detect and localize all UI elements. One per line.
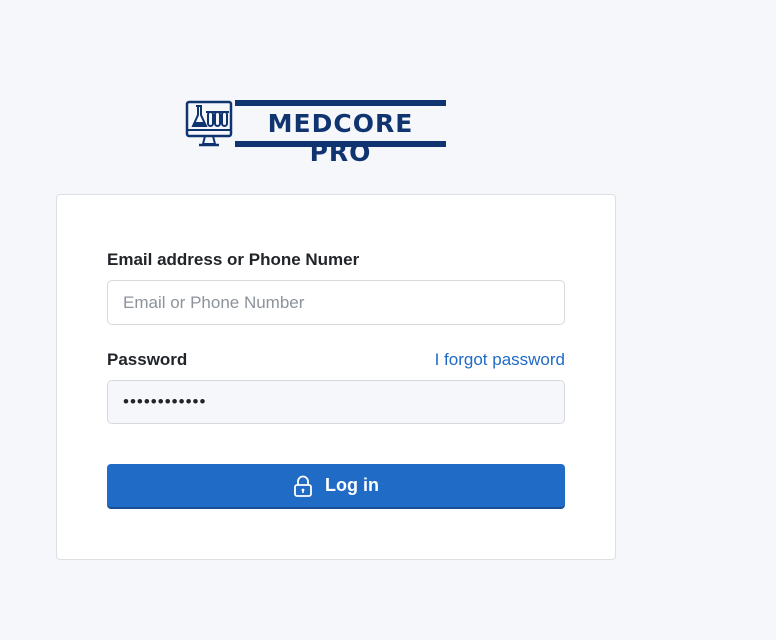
computer-lab-icon — [185, 100, 235, 148]
email-label: Email address or Phone Numer — [107, 250, 360, 269]
brand-logo: MEDCORE PRO — [185, 98, 447, 167]
login-button[interactable]: Log in — [107, 464, 565, 509]
logo-bar-top — [235, 100, 446, 106]
logo-bar-bottom — [235, 141, 446, 147]
email-input[interactable] — [107, 280, 565, 325]
password-input[interactable] — [107, 380, 565, 424]
login-page: MEDCORE PRO Email address or Phone Numer… — [0, 0, 776, 640]
password-label: Password — [107, 350, 188, 369]
brand-name: MEDCORE PRO — [267, 109, 414, 167]
login-button-label: Log in — [325, 475, 379, 495]
login-card: Email address or Phone Numer Password I … — [56, 194, 616, 560]
brand-wordmark: MEDCORE PRO — [235, 100, 446, 167]
lock-icon — [293, 475, 313, 497]
forgot-password-link[interactable]: I forgot password — [435, 350, 565, 370]
